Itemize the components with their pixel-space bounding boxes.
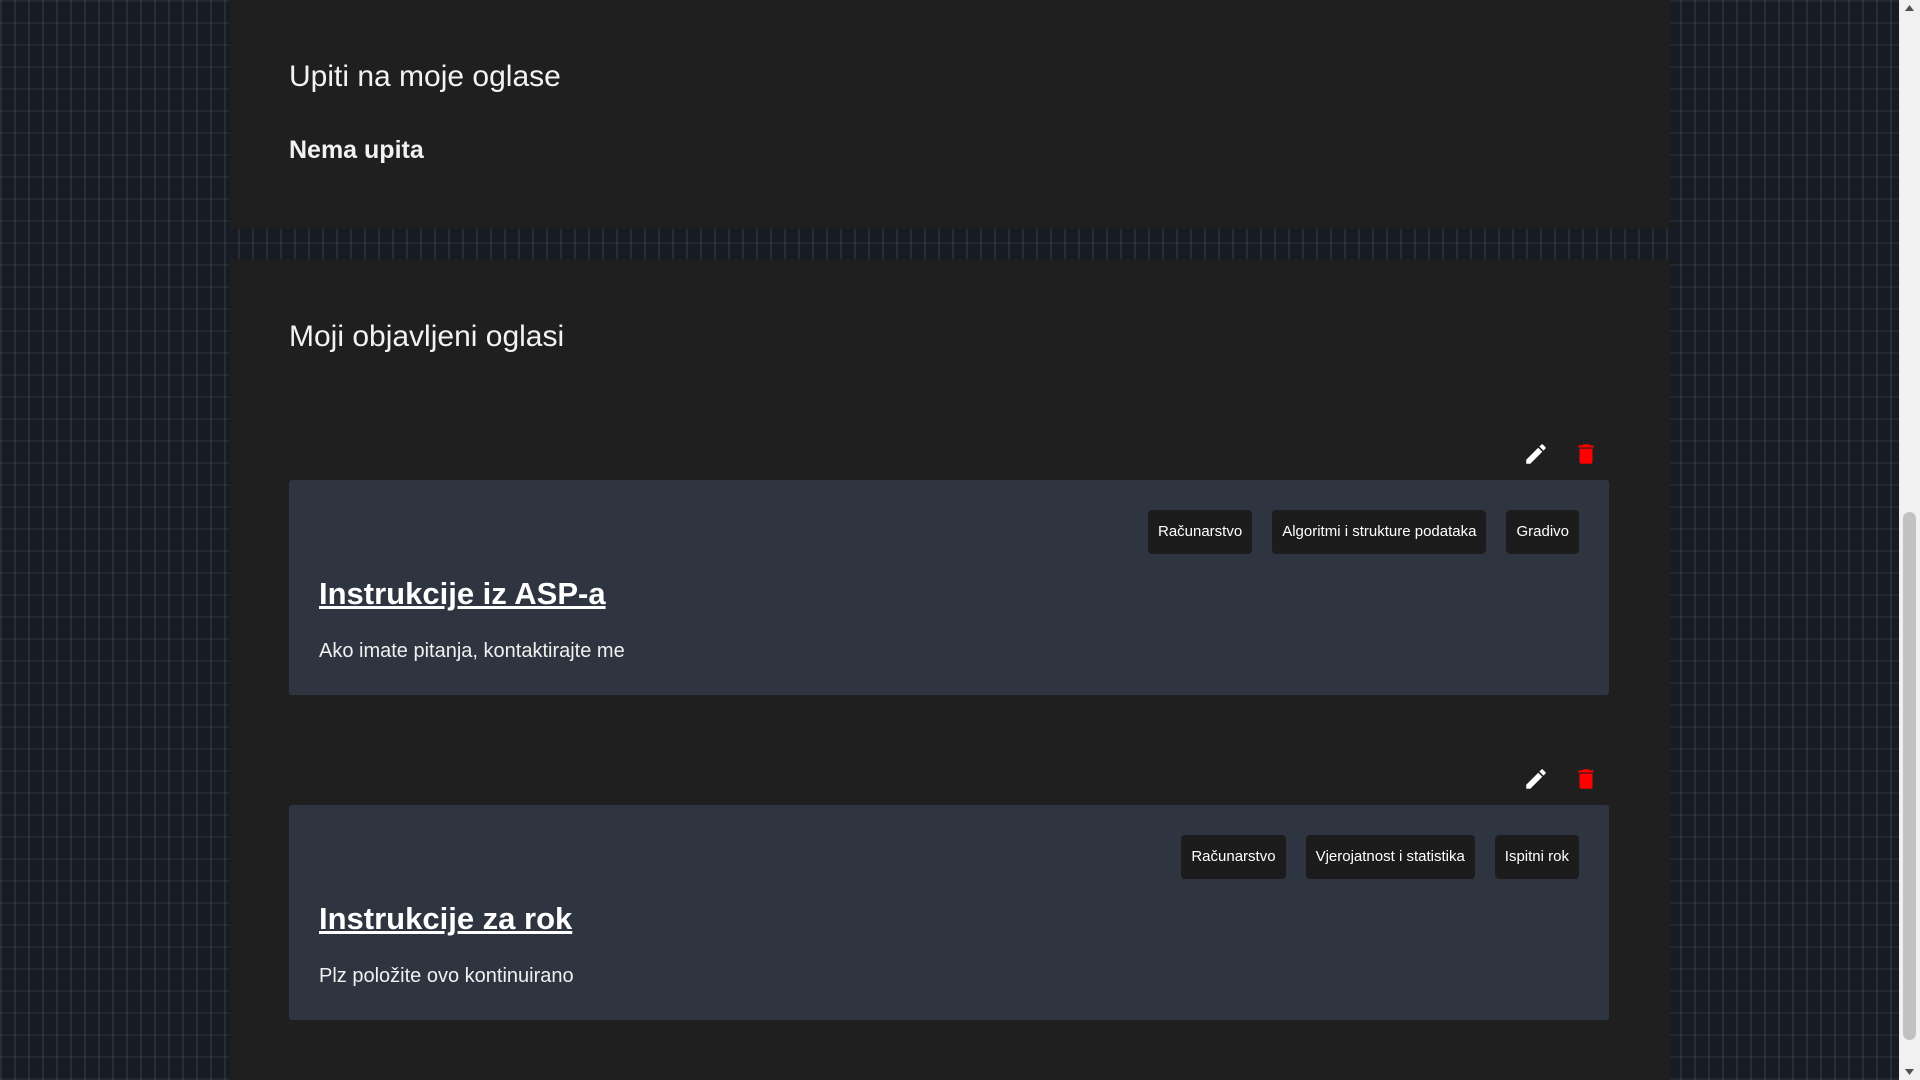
ad-title-link[interactable]: Instrukcije za rok [319,901,572,937]
tag-field: Računarstvo [1181,835,1286,879]
delete-icon[interactable] [1572,765,1600,793]
my-ads-panel: Moji objavljeni oglasi Računarstvo Algor… [230,259,1670,1080]
ad-title-link[interactable]: Instrukcije iz ASP-a [319,576,606,612]
ad-actions [1500,434,1600,474]
tag-subject: Vjerojatnost i statistika [1305,835,1475,879]
ad-description: Plz položite ovo kontinuirano [319,965,574,987]
no-inquiries-text: Nema upita [289,136,424,164]
inquiries-panel: Upiti na moje oglase Nema upita [230,0,1670,229]
scroll-up-arrow-icon[interactable] [1899,0,1920,16]
ad-description: Ako imate pitanja, kontaktirajte me [319,640,625,662]
scrollbar[interactable] [1899,0,1920,1080]
scroll-down-arrow-icon[interactable] [1899,1064,1920,1080]
inquiries-title: Upiti na moje oglase [289,60,561,93]
tag-type: Gradivo [1506,510,1579,554]
ad-actions [1500,759,1600,799]
tag-field: Računarstvo [1147,510,1253,554]
tag-subject: Algoritmi i strukture podataka [1272,510,1487,554]
ad-tags: Računarstvo Algoritmi i strukture podata… [1147,510,1579,554]
ad-card: Računarstvo Vjerojatnost i statistika Is… [289,805,1609,1020]
edit-icon[interactable] [1522,765,1550,793]
ad-card: Računarstvo Algoritmi i strukture podata… [289,480,1609,695]
scrollbar-thumb[interactable] [1903,512,1916,1040]
tag-type: Ispitni rok [1494,835,1579,879]
my-ads-title: Moji objavljeni oglasi [289,320,565,353]
ad-tags: Računarstvo Vjerojatnost i statistika Is… [1181,835,1579,879]
edit-icon[interactable] [1522,440,1550,468]
delete-icon[interactable] [1572,440,1600,468]
